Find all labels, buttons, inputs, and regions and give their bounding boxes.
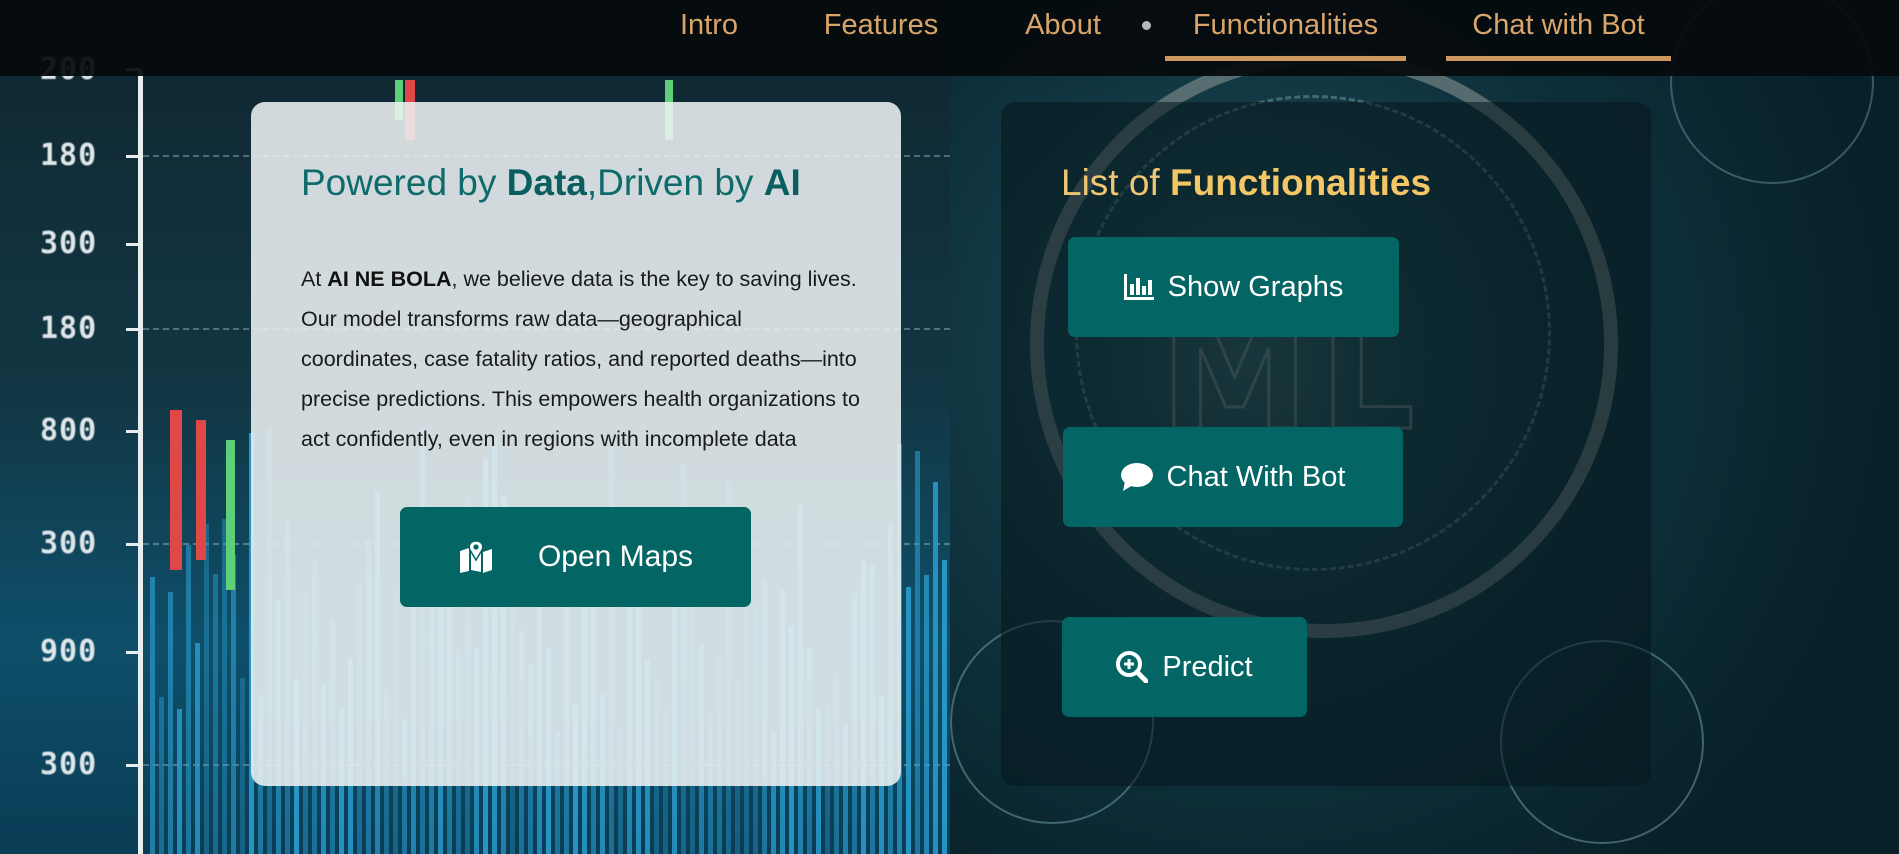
paragraph-body: , we believe data is the key to saving l… bbox=[301, 266, 860, 451]
brand-name: AI NE BOLA bbox=[327, 266, 452, 291]
background-bar bbox=[231, 554, 236, 854]
background-bar bbox=[177, 708, 182, 854]
background-tick bbox=[126, 155, 140, 158]
intro-paragraph: At AI NE BOLA, we believe data is the ke… bbox=[301, 259, 861, 459]
background-bar bbox=[213, 574, 218, 854]
functionalities-card: List of Functionalities Show Graphs Chat… bbox=[1001, 102, 1651, 786]
background-bar bbox=[915, 450, 920, 854]
heading-bold-functionalities: Functionalities bbox=[1170, 162, 1432, 203]
background-candle-green bbox=[226, 440, 235, 590]
nav-item-about[interactable]: About bbox=[1010, 6, 1116, 56]
heading-text: Powered by bbox=[301, 162, 507, 203]
nav-item-features[interactable]: Features bbox=[808, 6, 954, 56]
top-navbar: Intro Features About Functionalities Cha… bbox=[0, 0, 1899, 76]
background-y-axis bbox=[138, 70, 143, 854]
background-y-label: 300 bbox=[40, 226, 98, 261]
background-bar bbox=[204, 523, 209, 854]
chat-with-bot-label: Chat With Bot bbox=[1166, 460, 1346, 493]
functionalities-heading: List of Functionalities bbox=[1061, 162, 1431, 204]
background-y-label: 180 bbox=[40, 311, 98, 346]
background-tick bbox=[126, 651, 140, 654]
intro-heading: Powered by Data,Driven by AI bbox=[301, 162, 801, 204]
background-candle-red bbox=[196, 420, 206, 560]
background-bar bbox=[159, 697, 164, 854]
background-y-label: 900 bbox=[40, 634, 98, 669]
background-y-label: 800 bbox=[40, 413, 98, 448]
background-bar bbox=[195, 642, 200, 854]
background-bar bbox=[186, 545, 191, 854]
background-tick bbox=[126, 328, 140, 331]
map-marker-icon bbox=[458, 541, 494, 573]
predict-button[interactable]: Predict bbox=[1062, 617, 1307, 717]
heading-text: List of bbox=[1061, 162, 1170, 203]
background-y-label: 300 bbox=[40, 526, 98, 561]
bar-chart-icon bbox=[1123, 274, 1154, 300]
heading-bold-data: Data bbox=[506, 162, 587, 203]
background-tick bbox=[126, 430, 140, 433]
nav-separator-dot bbox=[1142, 21, 1151, 30]
background-candle-red bbox=[170, 410, 182, 570]
predict-label: Predict bbox=[1162, 650, 1253, 683]
chat-with-bot-button[interactable]: Chat With Bot bbox=[1063, 427, 1403, 527]
background-bar bbox=[933, 482, 938, 854]
magnify-plus-icon bbox=[1116, 651, 1149, 683]
background-tick bbox=[126, 764, 140, 767]
background-bar bbox=[924, 574, 929, 854]
open-maps-button[interactable]: Open Maps bbox=[400, 507, 751, 607]
show-graphs-button[interactable]: Show Graphs bbox=[1068, 237, 1399, 337]
nav-item-functionalities[interactable]: Functionalities bbox=[1165, 6, 1406, 61]
paragraph-prefix: At bbox=[301, 266, 328, 291]
heading-text: ,Driven by bbox=[586, 162, 764, 203]
heading-bold-ai: AI bbox=[763, 162, 801, 203]
background-tick bbox=[126, 243, 140, 246]
nav-item-intro[interactable]: Intro bbox=[660, 6, 758, 56]
background-bar bbox=[942, 559, 947, 854]
speech-bubble-icon bbox=[1120, 463, 1153, 491]
background-y-label: 180 bbox=[40, 138, 98, 173]
background-bar bbox=[906, 587, 911, 854]
open-maps-label: Open Maps bbox=[537, 540, 694, 573]
background-tick bbox=[126, 543, 140, 546]
background-y-label: 300 bbox=[40, 747, 98, 782]
show-graphs-label: Show Graphs bbox=[1167, 270, 1344, 303]
background-bar bbox=[150, 577, 155, 854]
intro-card: Powered by Data,Driven by AI At AI NE BO… bbox=[251, 102, 901, 786]
background-bar bbox=[168, 592, 173, 854]
nav-item-chat-with-bot[interactable]: Chat with Bot bbox=[1446, 6, 1671, 61]
background-bar bbox=[240, 677, 245, 854]
